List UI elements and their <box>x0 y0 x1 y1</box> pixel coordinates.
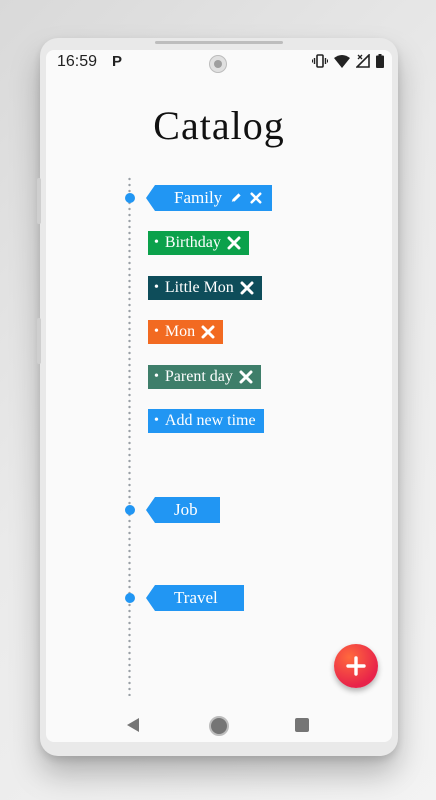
timeline-line <box>128 176 131 696</box>
phone-frame: 16:59 P Catalog Family • Birthday • Litt… <box>37 38 398 756</box>
category-travel[interactable]: Travel <box>146 585 244 611</box>
item-label: Mon <box>164 323 196 340</box>
status-time: 16:59 <box>57 53 98 70</box>
status-bar: 16:59 P <box>46 50 392 76</box>
back-triangle-icon[interactable] <box>126 717 140 733</box>
category-label: Family <box>174 188 223 207</box>
status-icons <box>312 54 384 68</box>
add-new-time-button[interactable]: • Add new time <box>148 409 264 433</box>
plus-icon <box>346 656 366 676</box>
item-label: Birthday <box>164 234 221 251</box>
bullet: • <box>154 324 159 339</box>
close-x-icon[interactable] <box>239 370 253 384</box>
recents-square-icon[interactable] <box>295 718 309 732</box>
list-item-mon[interactable]: • Mon <box>148 320 224 344</box>
no-signal-icon <box>356 54 370 68</box>
wifi-icon <box>334 54 350 68</box>
category-family[interactable]: Family <box>146 185 272 211</box>
list-item-birthday[interactable]: • Birthday <box>148 231 249 255</box>
timeline-dot <box>125 593 135 603</box>
bullet: • <box>154 235 159 250</box>
list-item-little-mon[interactable]: • Little Mon <box>148 276 262 300</box>
bullet: • <box>154 369 159 384</box>
home-circle-icon[interactable] <box>209 716 229 736</box>
notification-p-icon: P <box>112 53 123 70</box>
screen: 16:59 P Catalog Family • Birthday • Litt… <box>46 50 392 742</box>
battery-icon <box>376 54 384 68</box>
category-label: Travel <box>174 588 218 607</box>
item-label: Little Mon <box>164 279 234 296</box>
close-x-icon[interactable] <box>250 191 262 205</box>
vibrate-icon <box>312 54 328 68</box>
add-category-fab[interactable] <box>334 644 378 688</box>
category-label: Job <box>174 500 198 519</box>
bullet: • <box>154 413 159 428</box>
category-job[interactable]: Job <box>146 497 220 523</box>
timeline-dot <box>125 505 135 515</box>
pen-icon[interactable] <box>230 191 242 205</box>
item-label: Parent day <box>164 368 233 385</box>
close-x-icon[interactable] <box>227 236 241 250</box>
timeline-dot <box>125 193 135 203</box>
page-title: Catalog <box>153 103 285 148</box>
side-button <box>37 178 41 224</box>
list-item-parent-day[interactable]: • Parent day <box>148 365 261 389</box>
speaker-slit <box>155 41 283 44</box>
front-camera <box>209 55 227 73</box>
bullet: • <box>154 280 159 295</box>
close-x-icon[interactable] <box>240 281 254 295</box>
item-label: Add new time <box>164 412 256 429</box>
close-x-icon[interactable] <box>201 325 215 339</box>
side-button <box>37 318 41 364</box>
navigation-bar <box>46 710 392 742</box>
